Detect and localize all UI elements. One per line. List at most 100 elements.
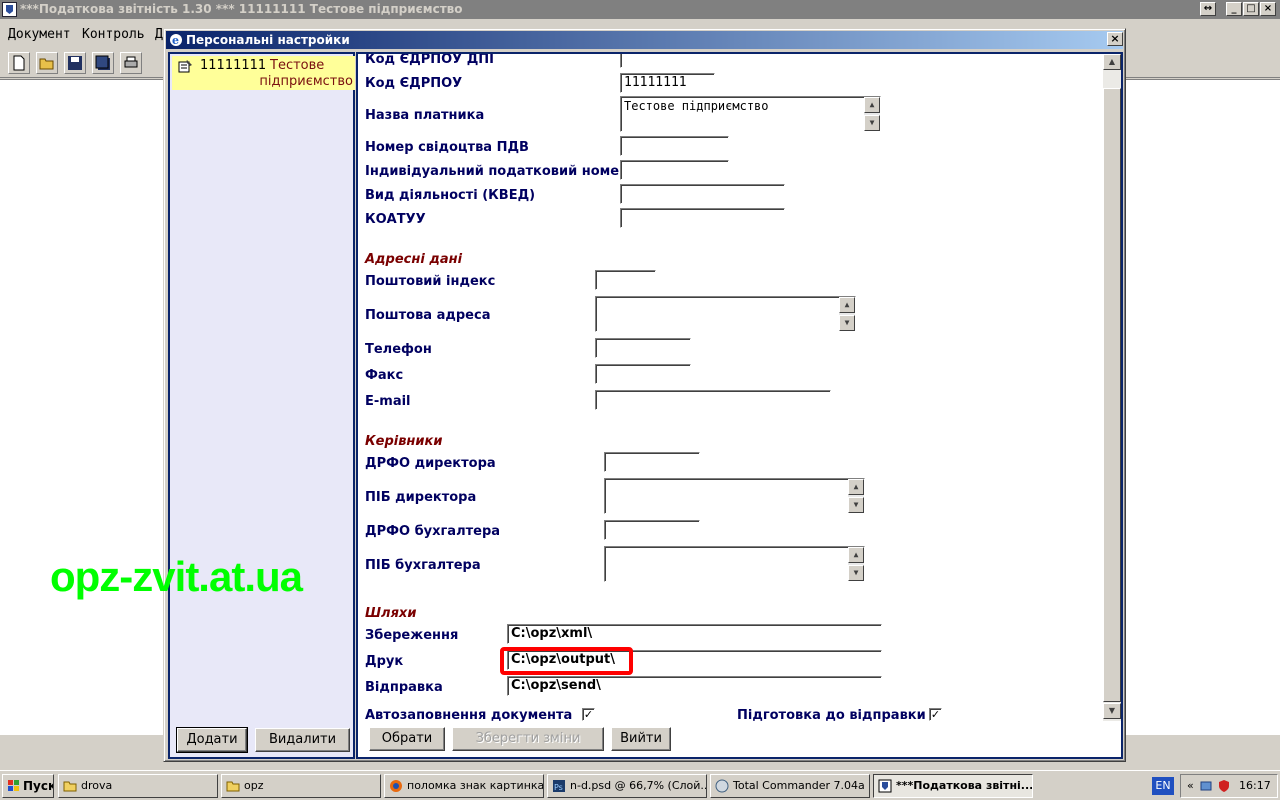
autofill-checkbox[interactable]: ✓ [582, 708, 595, 721]
send-path-input[interactable]: C:\opz\send\ [507, 676, 882, 696]
menu-d[interactable]: Д [155, 27, 163, 42]
payer-name-scrollbar[interactable]: ▲ ▼ [864, 97, 880, 131]
delete-button[interactable]: Видалити [255, 728, 350, 752]
task-browser[interactable]: поломка знак картинка... [384, 774, 544, 798]
phone-input[interactable] [595, 338, 691, 358]
ie-icon: e [170, 34, 182, 47]
divider [362, 601, 1068, 602]
dialog-close-button[interactable]: × [1107, 32, 1123, 46]
system-tray: « 16:17 [1180, 774, 1278, 798]
add-button[interactable]: Додати [176, 727, 248, 753]
scroll-up-icon[interactable]: ▲ [848, 547, 864, 563]
new-file-icon [13, 55, 25, 71]
director-drfo-input[interactable] [604, 452, 700, 472]
scroll-down-icon[interactable]: ▼ [864, 115, 880, 131]
scroll-down-icon[interactable]: ▼ [848, 565, 864, 581]
scroll-down-icon[interactable]: ▼ [848, 497, 864, 513]
save-button[interactable] [64, 52, 86, 74]
scroll-up-icon[interactable]: ▲ [1103, 54, 1121, 70]
director-name-label: ПІБ директора [365, 490, 477, 505]
close-main-button[interactable]: × [1260, 2, 1276, 16]
fax-input[interactable] [595, 364, 691, 384]
accountant-name-textarea[interactable]: ▲ ▼ [604, 546, 865, 582]
start-button[interactable]: Пуск [2, 774, 54, 798]
exit-button[interactable]: Вийти [611, 727, 671, 751]
kod-dpi-input[interactable] [620, 54, 715, 68]
ipn-label: Індивідуальний податковий номер [365, 164, 629, 179]
postal-address-textarea[interactable]: ▲ ▼ [595, 296, 856, 332]
dialog-title: Персональні настройки [186, 33, 350, 47]
accountant-drfo-input[interactable] [604, 520, 700, 540]
open-folder-icon [39, 58, 54, 70]
save-path-input[interactable]: C:\opz\xml\ [507, 624, 882, 644]
firefox-icon [390, 780, 402, 792]
ipn-input[interactable] [620, 160, 729, 180]
restore-width-button[interactable]: ↔ [1200, 2, 1216, 16]
task-tax-reporting[interactable]: ***Податкова звітні... [873, 774, 1033, 798]
prepare-send-label: Підготовка до відправки [737, 708, 926, 723]
payer-name-label: Назва платника [365, 108, 485, 123]
scroll-down-icon[interactable]: ▼ [1103, 703, 1121, 719]
vat-cert-input[interactable] [620, 136, 729, 156]
save-all-button[interactable] [92, 52, 114, 74]
print-path-highlight [500, 647, 633, 675]
form-vertical-scrollbar[interactable]: ▲ ▼ [1103, 54, 1121, 721]
task-opz[interactable]: opz [221, 774, 381, 798]
enterprise-name-line1: Тестове [270, 58, 325, 73]
task-label: opz [244, 779, 264, 792]
kved-label: Вид діяльності (КВЕД) [365, 188, 536, 203]
open-button[interactable] [36, 52, 58, 74]
koatuu-input[interactable] [620, 208, 785, 228]
task-label: ***Податкова звітні... [896, 779, 1033, 792]
scroll-up-icon[interactable]: ▲ [864, 97, 880, 113]
prepare-send-checkbox[interactable]: ✓ [929, 708, 942, 721]
tray-expand-icon[interactable]: « [1187, 775, 1194, 797]
scroll-thumb[interactable] [1103, 88, 1121, 702]
app-shield-icon [878, 779, 892, 793]
enterprise-name-line2: підприємство [259, 74, 353, 89]
kod-edrpou-label: Код ЄДРПОУ [365, 76, 463, 91]
security-shield-icon[interactable] [1217, 779, 1231, 793]
network-icon[interactable] [1199, 779, 1213, 793]
payer-name-value: Тестове підприємство [624, 99, 769, 113]
kved-input[interactable] [620, 184, 785, 204]
folder-icon [226, 781, 240, 792]
language-indicator[interactable]: EN [1152, 777, 1174, 795]
enterprise-list-panel: 11111111 Тестове підприємство Додати Вид… [168, 52, 355, 759]
email-input[interactable] [595, 390, 831, 410]
payer-name-textarea[interactable]: Тестове підприємство ▲ ▼ [620, 96, 881, 132]
print-button[interactable] [120, 52, 142, 74]
print-path-label: Друк [365, 654, 404, 669]
director-drfo-label: ДРФО директора [365, 456, 496, 471]
enterprise-list-item[interactable]: 11111111 Тестове підприємство [172, 56, 355, 90]
save-changes-button[interactable]: Зберегти зміни [452, 727, 604, 751]
scroll-up-icon[interactable]: ▲ [839, 297, 855, 313]
postal-address-label: Поштова адреса [365, 308, 491, 323]
choose-button[interactable]: Обрати [369, 727, 445, 751]
scroll-down-icon[interactable]: ▼ [839, 315, 855, 331]
accountant-name-label: ПІБ бухгалтера [365, 558, 481, 573]
task-drova[interactable]: drova [58, 774, 218, 798]
director-name-scrollbar[interactable]: ▲ ▼ [848, 479, 864, 513]
task-label: Total Commander 7.04a ... [733, 779, 870, 792]
maximize-button[interactable]: □ [1243, 2, 1259, 16]
enterprise-code: 11111111 [200, 58, 267, 73]
menu-control[interactable]: Контроль [82, 27, 145, 42]
address-section-title: Адресні дані [365, 252, 463, 267]
postal-address-scrollbar[interactable]: ▲ ▼ [839, 297, 855, 331]
zip-input[interactable] [595, 270, 656, 290]
task-total-commander[interactable]: Total Commander 7.04a ... [710, 774, 870, 798]
task-photoshop[interactable]: Ps n-d.psd @ 66,7% (Слой... [547, 774, 707, 798]
phone-label: Телефон [365, 342, 432, 357]
director-name-textarea[interactable]: ▲ ▼ [604, 478, 865, 514]
kod-edrpou-input[interactable]: 11111111 [620, 73, 715, 93]
accountant-name-scrollbar[interactable]: ▲ ▼ [848, 547, 864, 581]
fax-label: Факс [365, 368, 404, 383]
menu-document[interactable]: Документ [8, 27, 71, 42]
svg-text:Ps: Ps [554, 783, 563, 792]
dialog-titlebar: e Персональні настройки [166, 31, 1123, 49]
task-label: n-d.psd @ 66,7% (Слой... [570, 779, 707, 792]
new-document-button[interactable] [8, 52, 30, 74]
minimize-button[interactable]: _ [1226, 2, 1242, 16]
scroll-up-icon[interactable]: ▲ [848, 479, 864, 495]
